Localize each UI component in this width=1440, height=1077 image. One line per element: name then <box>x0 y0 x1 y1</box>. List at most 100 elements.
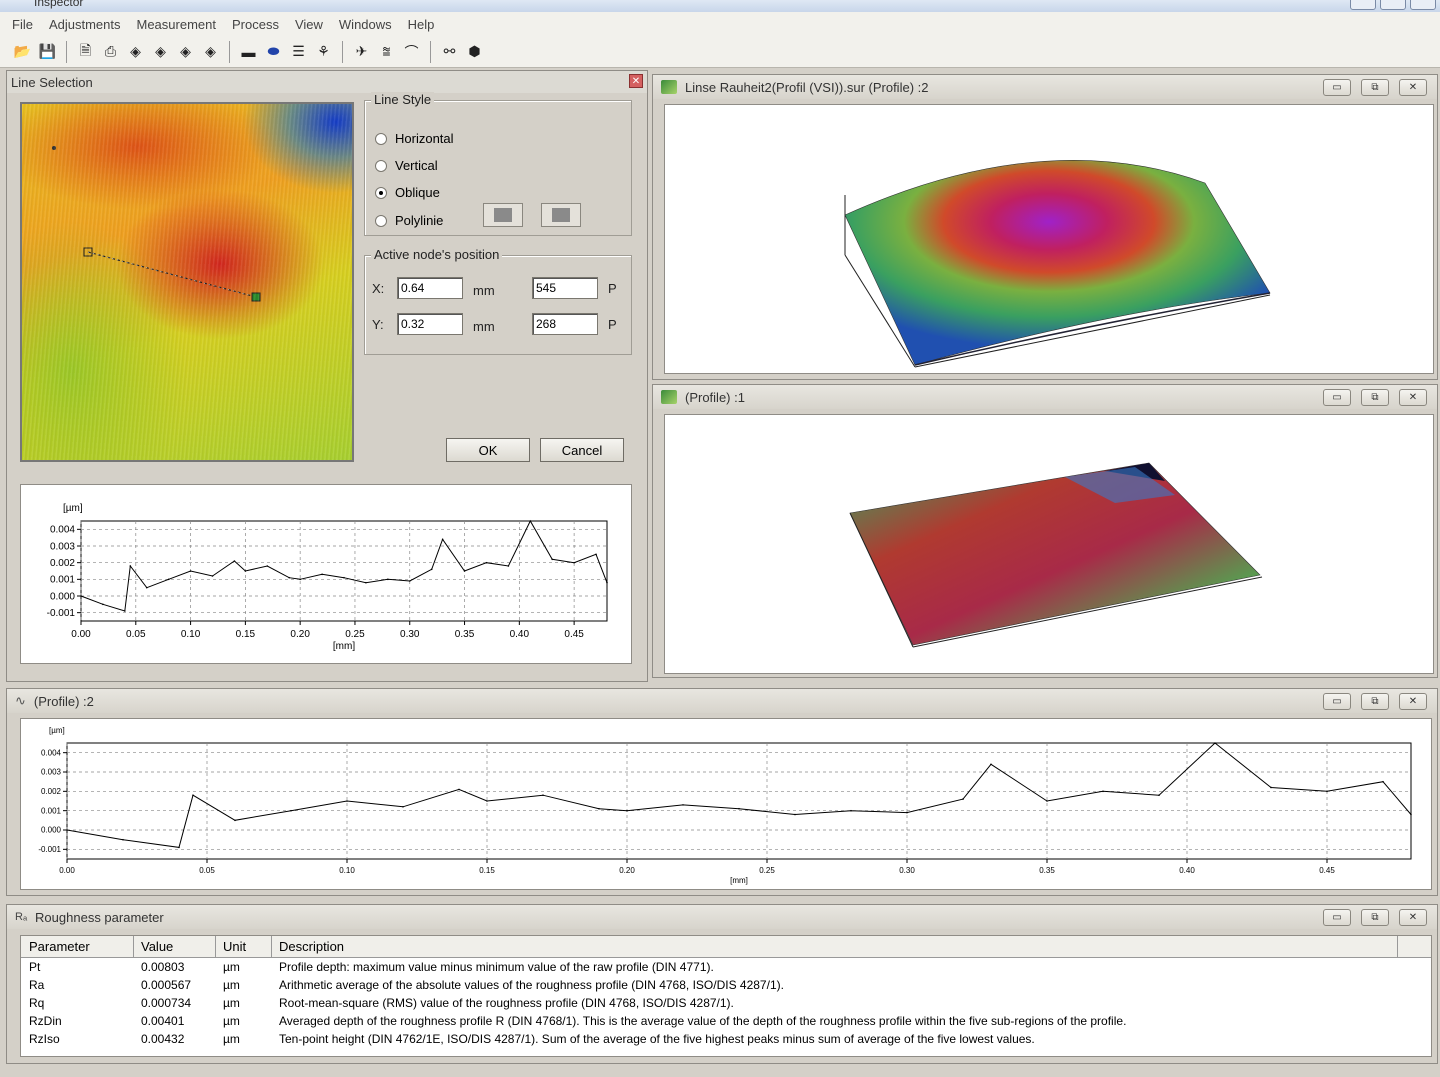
list-icon[interactable]: ☰ <box>288 41 309 62</box>
close-button[interactable]: ✕ <box>1399 909 1427 926</box>
cell-description: Averaged depth of the roughness profile … <box>279 1014 1127 1028</box>
y-pixel-unit: P <box>608 317 617 332</box>
column-divider[interactable] <box>133 936 134 958</box>
table-row[interactable]: Pt 0.00803 µm Profile depth: maximum val… <box>21 959 1431 977</box>
x-tick-label: 0.40 <box>510 629 530 640</box>
pointer-icon[interactable]: ✈ <box>351 41 372 62</box>
restore-button[interactable]: ⧉ <box>1361 389 1389 406</box>
column-header-value[interactable]: Value <box>141 939 173 954</box>
minimize-button[interactable]: ▭ <box>1323 79 1351 96</box>
menu-windows[interactable]: Windows <box>339 17 392 32</box>
x-tick-label: 0.30 <box>400 629 420 640</box>
column-divider[interactable] <box>215 936 216 958</box>
selection-line-overlay[interactable] <box>22 104 354 462</box>
column-divider[interactable] <box>271 936 272 958</box>
surface-height-map[interactable] <box>20 102 354 462</box>
layer-icon[interactable]: ◈ <box>200 41 221 62</box>
minimize-button[interactable]: ▭ <box>1323 909 1351 926</box>
table-row[interactable]: RzDin 0.00401 µm Averaged depth of the r… <box>21 1013 1431 1031</box>
radio-vertical[interactable]: Vertical <box>375 158 438 173</box>
menu-process[interactable]: Process <box>232 17 279 32</box>
y-pixel-field[interactable] <box>532 313 598 335</box>
data-point <box>529 520 532 522</box>
restore-button[interactable]: ⧉ <box>1361 909 1389 926</box>
view3d-bottom-canvas[interactable] <box>664 414 1434 674</box>
menu-help[interactable]: Help <box>408 17 435 32</box>
minimize-button[interactable]: ▭ <box>1323 389 1351 406</box>
y-tick-label: 0.002 <box>41 787 62 796</box>
radio-button[interactable] <box>375 132 387 145</box>
table-row[interactable]: Ra 0.000567 µm Arithmetic average of the… <box>21 977 1431 995</box>
table-row[interactable]: RzIso 0.00432 µm Ten-point height (DIN 4… <box>21 1031 1431 1049</box>
open-folder-icon[interactable]: 📂 <box>12 41 33 62</box>
data-point <box>80 595 82 597</box>
minimize-button[interactable]: ▭ <box>1323 693 1351 710</box>
table-row[interactable]: Rq 0.000734 µm Root-mean-square (RMS) va… <box>21 995 1431 1013</box>
x-axis-label: [mm] <box>333 641 355 652</box>
close-button[interactable]: ✕ <box>1399 79 1427 96</box>
radio-horizontal[interactable]: Horizontal <box>375 131 454 146</box>
fork-icon[interactable]: ⚯ <box>439 41 460 62</box>
radio-button[interactable] <box>375 159 387 172</box>
x-mm-field[interactable] <box>397 277 463 299</box>
cell-description: Ten-point height (DIN 4762/1E, ISO/DIS 4… <box>279 1032 1035 1046</box>
app-title: Inspector <box>34 0 84 9</box>
radio-polylinie[interactable]: Polylinie <box>375 213 443 228</box>
cancel-button[interactable]: Cancel <box>540 438 624 462</box>
tree-icon[interactable]: ⚘ <box>313 41 334 62</box>
data-point <box>102 603 104 606</box>
layer-icon[interactable]: ◈ <box>125 41 146 62</box>
menu-file[interactable]: File <box>12 17 33 32</box>
column-header-parameter[interactable]: Parameter <box>29 939 90 954</box>
close-icon[interactable]: ✕ <box>629 74 643 88</box>
view3d-top-canvas[interactable] <box>664 104 1434 374</box>
cell-value: 0.00401 <box>141 1014 185 1028</box>
y-tick-label: 0.003 <box>41 768 62 777</box>
column-header-description[interactable]: Description <box>279 939 344 954</box>
column-divider[interactable] <box>1397 936 1398 958</box>
ok-button[interactable]: OK <box>446 438 530 462</box>
x-pixel-field[interactable] <box>532 277 598 299</box>
radio-oblique[interactable]: Oblique <box>375 185 440 200</box>
arc-icon[interactable]: ⌒ <box>401 41 422 62</box>
line-end-node[interactable] <box>251 292 261 302</box>
layer-icon[interactable]: ◈ <box>150 41 171 62</box>
square-icon <box>552 208 570 222</box>
y-tick-label: 0.004 <box>41 748 62 757</box>
polyline-button-1[interactable] <box>483 203 523 227</box>
x-tick-label: 0.25 <box>345 629 365 640</box>
maximize-button[interactable] <box>1380 0 1406 10</box>
stack-icon[interactable]: ⬢ <box>464 41 485 62</box>
close-button[interactable]: ✕ <box>1399 693 1427 710</box>
profile-icon[interactable]: ⩰ <box>376 41 397 62</box>
polyline-button-2[interactable] <box>541 203 581 227</box>
save-icon[interactable]: 💾 <box>37 41 58 62</box>
menu-measurement[interactable]: Measurement <box>137 17 216 32</box>
close-button[interactable] <box>1410 0 1436 10</box>
data-point <box>990 763 992 766</box>
minimize-button[interactable] <box>1350 0 1376 10</box>
print-preview-icon[interactable]: 🗎 <box>75 41 96 62</box>
x-tick-label: 0.05 <box>199 866 215 875</box>
x-tick-label: 0.20 <box>290 629 310 640</box>
window-title: Roughness parameter <box>35 909 164 925</box>
restore-button[interactable]: ⧉ <box>1361 693 1389 710</box>
close-button[interactable]: ✕ <box>1399 389 1427 406</box>
ellipse-icon[interactable]: ⬬ <box>263 41 284 62</box>
data-point <box>288 576 291 579</box>
data-point <box>486 800 488 802</box>
radio-label: Vertical <box>395 158 438 173</box>
line-start-node[interactable] <box>83 247 93 257</box>
radio-button[interactable] <box>375 214 387 227</box>
cell-unit: µm <box>223 960 240 974</box>
data-point <box>211 575 214 577</box>
restore-button[interactable]: ⧉ <box>1361 79 1389 96</box>
menu-adjustments[interactable]: Adjustments <box>49 17 121 32</box>
print-icon[interactable]: ⎙ <box>100 41 121 62</box>
radio-button[interactable] <box>375 186 387 199</box>
menu-view[interactable]: View <box>295 17 323 32</box>
y-mm-field[interactable] <box>397 313 463 335</box>
column-header-unit[interactable]: Unit <box>223 939 246 954</box>
layer-icon[interactable]: ◈ <box>175 41 196 62</box>
bar-icon[interactable]: ▬ <box>238 41 259 62</box>
